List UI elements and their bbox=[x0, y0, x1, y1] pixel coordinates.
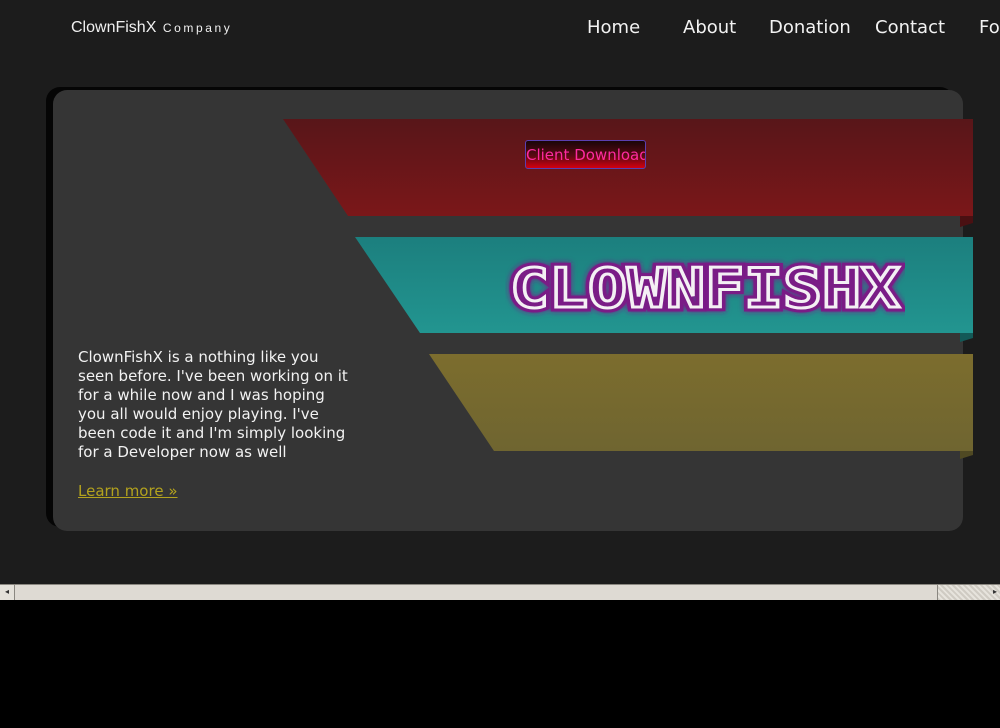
learn-more-link[interactable]: Learn more » bbox=[78, 482, 178, 500]
scroll-left-arrow-icon[interactable]: ◂ bbox=[0, 585, 15, 600]
brand-name: ClownFishX bbox=[71, 19, 157, 36]
brand-subtitle: Company bbox=[162, 21, 233, 35]
scroll-thumb[interactable] bbox=[938, 585, 1000, 600]
page-viewport: ClownFishX Company Home About Donation C… bbox=[0, 0, 1000, 584]
nav-donation[interactable]: Donation bbox=[769, 17, 851, 38]
clownfishx-logo-graphic: CLOWNFISHX CLOWNFISHX bbox=[506, 253, 905, 325]
client-download-button[interactable]: Client Download bbox=[525, 140, 646, 169]
nav-contact[interactable]: Contact bbox=[875, 17, 945, 38]
logo-text-fill: CLOWNFISHX bbox=[510, 257, 900, 320]
nav-home[interactable]: Home bbox=[587, 17, 640, 38]
nav-forum[interactable]: Fo bbox=[979, 17, 1000, 38]
brand-logo[interactable]: ClownFishX Company bbox=[71, 19, 232, 37]
nav-about[interactable]: About bbox=[683, 17, 736, 38]
hero-description: ClownFishX is a nothing like you seen be… bbox=[78, 348, 348, 461]
scroll-right-arrow-icon[interactable]: ▸ bbox=[993, 585, 1000, 600]
horizontal-scrollbar[interactable]: ◂ ▸ bbox=[0, 584, 1000, 600]
scroll-track[interactable] bbox=[15, 585, 938, 600]
